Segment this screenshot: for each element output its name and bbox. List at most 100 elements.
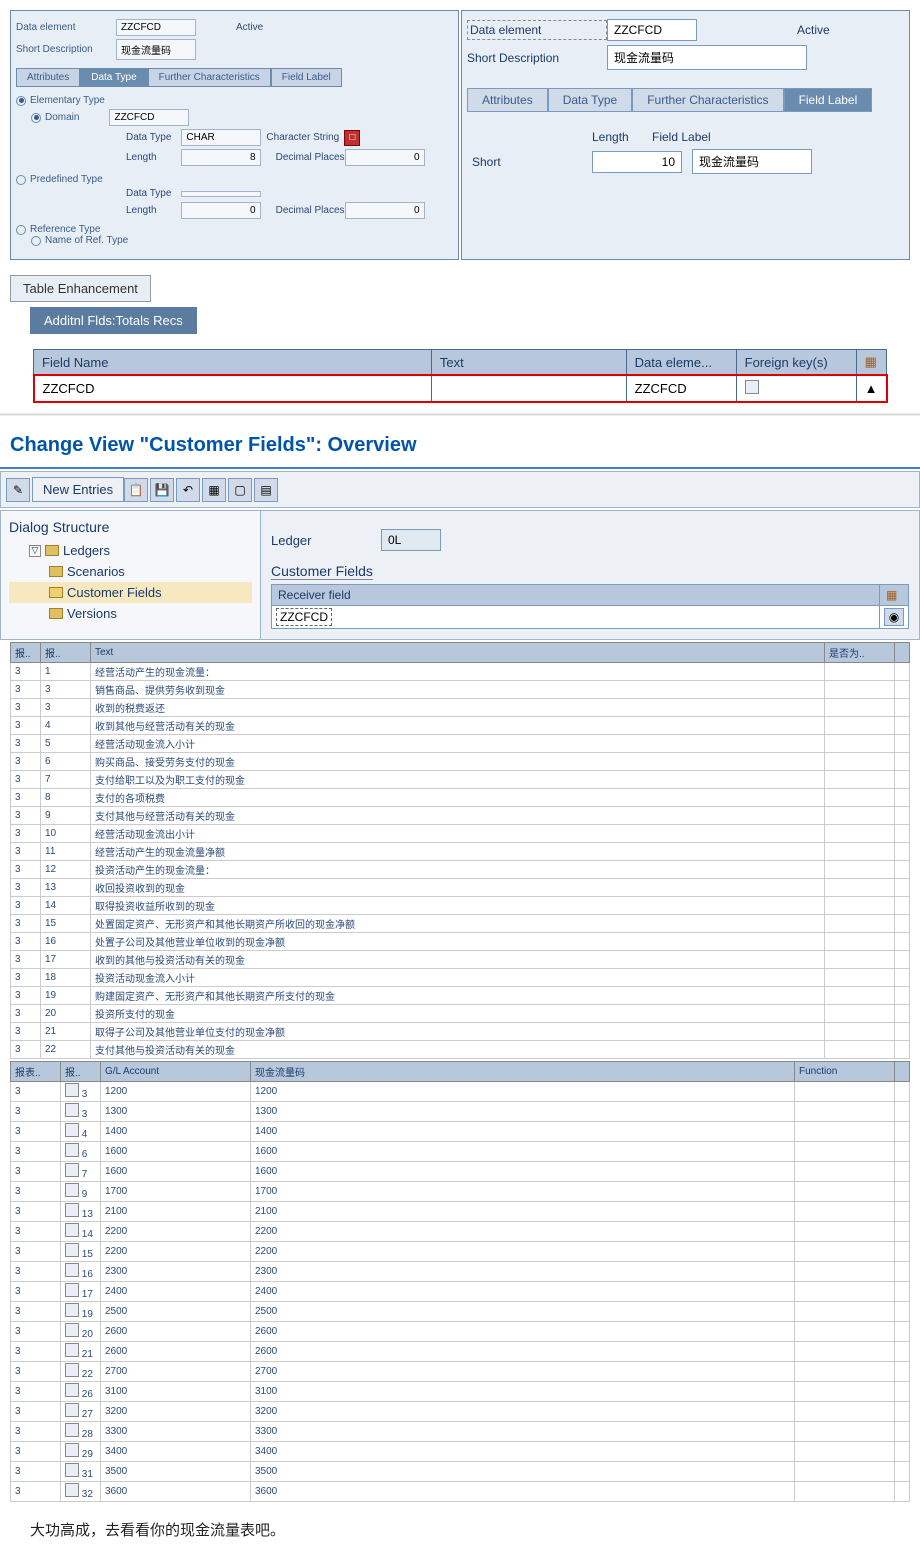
table-row[interactable]: 3 3236003600: [11, 1482, 910, 1502]
table-row[interactable]: 322支付其他与投资活动有关的现金: [11, 1041, 910, 1059]
table-row[interactable]: 34收到其他与经营活动有关的现金: [11, 717, 910, 735]
data-element-value[interactable]: ZZCFCD: [116, 19, 196, 36]
tab-data-type[interactable]: Data Type: [80, 68, 147, 87]
table-row[interactable]: 3 312001200: [11, 1082, 910, 1102]
elementary-type-label: Elementary Type: [30, 95, 105, 106]
table-enhancement-tab[interactable]: Table Enhancement: [10, 275, 151, 302]
tt2-h3: G/L Account: [101, 1062, 251, 1082]
table-row[interactable]: 36购买商品、接受劳务支付的现金: [11, 753, 910, 771]
tab-field-label-r[interactable]: Field Label: [784, 88, 873, 112]
new-entries-button[interactable]: New Entries: [32, 477, 124, 502]
table-row[interactable]: 3 616001600: [11, 1142, 910, 1162]
td-field-name[interactable]: ZZCFCD: [34, 375, 432, 402]
reference-type-radio[interactable]: Reference Type: [16, 224, 453, 235]
table-row[interactable]: 312投资活动产生的现金流量：: [11, 861, 910, 879]
table-row[interactable]: 315处置固定资产、无形资产和其他长期资产所收回的现金净额: [11, 915, 910, 933]
tree-versions[interactable]: Versions: [9, 603, 252, 624]
table-row[interactable]: 3 2934003400: [11, 1442, 910, 1462]
toolbar: ✎ New Entries 📋 💾 ↶ ▦ ▢ ▤: [0, 471, 920, 508]
td-help[interactable]: ◉: [880, 606, 909, 629]
table-row[interactable]: 3 1925002500: [11, 1302, 910, 1322]
td-foreign-key[interactable]: [736, 375, 856, 402]
delimit-icon[interactable]: ▤: [254, 478, 278, 502]
tab-further[interactable]: Further Characteristics: [148, 68, 271, 87]
select-all-icon[interactable]: ▦: [202, 478, 226, 502]
tree-customer-fields[interactable]: Customer Fields: [9, 582, 252, 603]
table-row[interactable]: 3 3135003500: [11, 1462, 910, 1482]
predefined-type-radio[interactable]: Predefined Type: [16, 174, 453, 185]
tt2-h4: 现金流量码: [251, 1062, 795, 1082]
short-field-label[interactable]: 现金流量码: [692, 149, 812, 174]
td-data-eleme[interactable]: ZZCFCD: [626, 375, 736, 402]
tab-further-r[interactable]: Further Characteristics: [632, 88, 783, 112]
th-receiver-field: Receiver field: [272, 585, 880, 606]
table-row[interactable]: 310 经营活动现金流出小计: [11, 825, 910, 843]
table-row[interactable]: 3 2227002700: [11, 1362, 910, 1382]
td-receiver-value[interactable]: ZZCFCD: [272, 606, 880, 629]
table-row[interactable]: 33收到的税费返还: [11, 699, 910, 717]
deselect-icon[interactable]: ▢: [228, 478, 252, 502]
tab-field-label[interactable]: Field Label: [271, 68, 342, 87]
undo-icon[interactable]: ↶: [176, 478, 200, 502]
table-row[interactable]: 3 2126002600: [11, 1342, 910, 1362]
table-row[interactable]: 3 1422002200: [11, 1222, 910, 1242]
short-desc-value[interactable]: 现金流量码: [116, 39, 196, 60]
table-row[interactable]: 3 414001400: [11, 1122, 910, 1142]
table-row[interactable]: 3 1321002100: [11, 1202, 910, 1222]
table-row[interactable]: 314取得投资收益所收到的现金: [11, 897, 910, 915]
td-scroll[interactable]: ▲: [856, 375, 886, 402]
pred-decimal-value: 0: [345, 202, 425, 219]
table-row[interactable]: 38支付的各项税费: [11, 789, 910, 807]
tree-ledgers[interactable]: ▽ Ledgers: [9, 540, 252, 561]
pred-length-value: 0: [181, 202, 261, 219]
field-label-header: Field Label: [652, 130, 711, 144]
ledger-value[interactable]: 0L: [381, 529, 441, 551]
table-row[interactable]: 320投资所支付的现金: [11, 1005, 910, 1023]
table-row[interactable]: 33销售商品、提供劳务收到现金: [11, 681, 910, 699]
tree-scenarios[interactable]: Scenarios: [9, 561, 252, 582]
additnl-flds-button[interactable]: Additnl Flds:Totals Recs: [30, 307, 197, 334]
table-row[interactable]: 3 1623002300: [11, 1262, 910, 1282]
decimal-value: 0: [345, 149, 425, 166]
save-icon[interactable]: 💾: [150, 478, 174, 502]
tab-data-type-r[interactable]: Data Type: [548, 88, 632, 112]
table-row[interactable]: 3 2631003100: [11, 1382, 910, 1402]
table-row[interactable]: 313收回投资收到的现金: [11, 879, 910, 897]
table-row[interactable]: 321取得子公司及其他营业单位支付的现金净额: [11, 1023, 910, 1041]
name-ref-type-radio[interactable]: Name of Ref. Type: [16, 235, 453, 246]
folder-icon: [45, 545, 59, 556]
th-data-eleme: Data eleme...: [626, 350, 736, 376]
table-row[interactable]: 39支付其他与经营活动有关的现金: [11, 807, 910, 825]
pred-length-label: Length: [126, 205, 157, 216]
td-text[interactable]: [431, 375, 626, 402]
folder-icon: [49, 566, 63, 577]
table-row[interactable]: 3 2026002600: [11, 1322, 910, 1342]
table-row[interactable]: 3 1724002400: [11, 1282, 910, 1302]
tab-attributes[interactable]: Attributes: [16, 68, 80, 87]
short-length[interactable]: 10: [592, 151, 682, 173]
help-icon[interactable]: ◉: [884, 608, 904, 626]
expand-icon[interactable]: ▽: [29, 545, 41, 557]
table-row[interactable]: 3 313001300: [11, 1102, 910, 1122]
data-element-value-r[interactable]: ZZCFCD: [607, 19, 697, 41]
short-desc-value-r[interactable]: 现金流量码: [607, 45, 807, 70]
folder-open-icon: [49, 587, 63, 598]
table-row[interactable]: 318 投资活动现金流入小计: [11, 969, 910, 987]
table-row[interactable]: 37支付给职工以及为职工支付的现金: [11, 771, 910, 789]
copy-icon[interactable]: 📋: [124, 478, 148, 502]
table-row[interactable]: 3 917001700: [11, 1182, 910, 1202]
table-row[interactable]: 311 经营活动产生的现金流量净额: [11, 843, 910, 861]
tab-attributes-r[interactable]: Attributes: [467, 88, 548, 112]
change-icon[interactable]: ✎: [6, 478, 30, 502]
table-row[interactable]: 317收到的其他与投资活动有关的现金: [11, 951, 910, 969]
table-row[interactable]: 316处置子公司及其他营业单位收到的现金净额: [11, 933, 910, 951]
elementary-type-radio[interactable]: Elementary Type: [16, 95, 453, 106]
table-row[interactable]: 319购建固定资产、无形资产和其他长期资产所支付的现金: [11, 987, 910, 1005]
table-row[interactable]: 3 1522002200: [11, 1242, 910, 1262]
table-row[interactable]: 35 经营活动现金流入小计: [11, 735, 910, 753]
table-row[interactable]: 3 2732003200: [11, 1402, 910, 1422]
table-row[interactable]: 3 716001600: [11, 1162, 910, 1182]
table-row[interactable]: 31经营活动产生的现金流量：: [11, 663, 910, 681]
domain-value[interactable]: ZZCFCD: [109, 109, 189, 126]
table-row[interactable]: 3 2833003300: [11, 1422, 910, 1442]
